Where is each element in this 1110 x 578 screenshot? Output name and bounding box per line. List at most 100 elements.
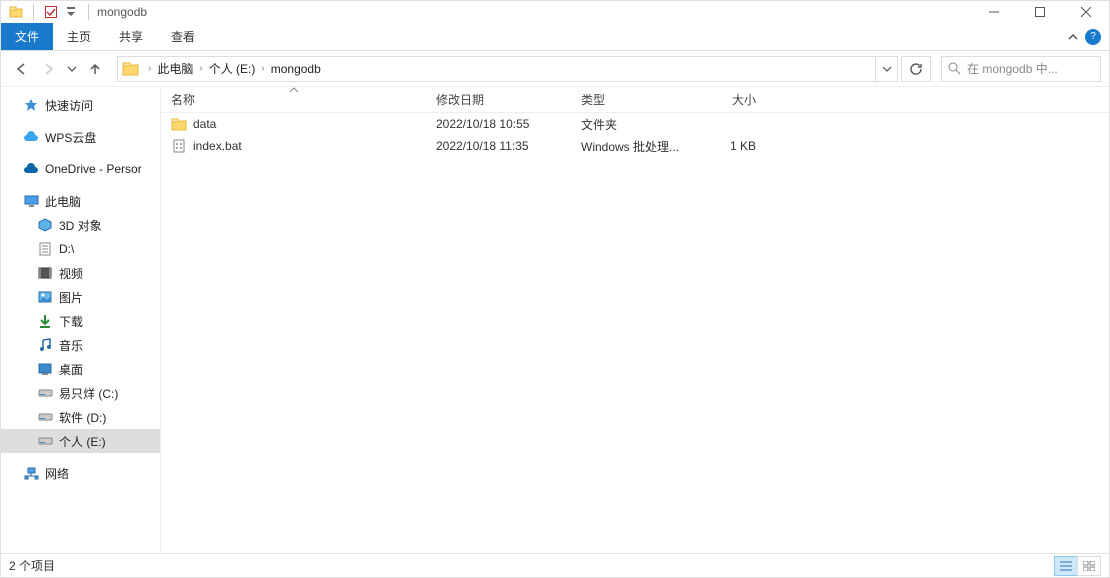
sidebar-item-label: D:\ xyxy=(59,242,74,256)
sidebar-item-label: 桌面 xyxy=(59,361,83,378)
column-headers[interactable]: 名称 修改日期 类型 大小 xyxy=(161,87,1109,113)
qat-dropdown-icon[interactable] xyxy=(62,3,80,21)
nav-back-button[interactable] xyxy=(9,57,33,81)
sidebar-item-label: 图片 xyxy=(59,289,83,306)
refresh-button[interactable] xyxy=(901,56,931,82)
tab-file-label: 文件 xyxy=(15,28,39,45)
sidebar-item-label: 3D 对象 xyxy=(59,217,102,234)
column-modified[interactable]: 修改日期 xyxy=(426,87,571,112)
nav-up-button[interactable] xyxy=(83,57,107,81)
details-view-button[interactable] xyxy=(1054,556,1078,576)
column-type[interactable]: 类型 xyxy=(571,87,686,112)
file-type: 文件夹 xyxy=(581,116,617,133)
drive-icon xyxy=(37,433,53,449)
address-dropdown-icon[interactable] xyxy=(875,57,897,81)
sidebar-item-d-software-drive[interactable]: 软件 (D:) xyxy=(1,405,160,429)
sidebar-item-label: 音乐 xyxy=(59,337,83,354)
chevron-right-icon[interactable]: › xyxy=(195,63,206,74)
ribbon-collapse-icon[interactable] xyxy=(1067,31,1079,43)
sidebar-item-desktop[interactable]: 桌面 xyxy=(1,357,160,381)
desktop-icon xyxy=(37,361,53,377)
close-button[interactable] xyxy=(1063,1,1109,23)
window-title: mongodb xyxy=(97,5,147,19)
divider-icon xyxy=(88,4,89,20)
minimize-button[interactable] xyxy=(971,1,1017,23)
column-name[interactable]: 名称 xyxy=(161,87,426,112)
file-rows: data 2022/10/18 10:55 文件夹 index.bat 2022… xyxy=(161,113,1109,157)
nav-recent-dropdown[interactable] xyxy=(65,57,79,81)
sidebar-item-e-drive[interactable]: 个人 (E:) xyxy=(1,429,160,453)
download-icon xyxy=(37,313,53,329)
file-name: data xyxy=(193,117,216,131)
checked-box-icon[interactable] xyxy=(42,3,60,21)
column-size[interactable]: 大小 xyxy=(686,87,766,112)
sidebar-item-wps[interactable]: WPS云盘 xyxy=(1,125,160,149)
quick-access-toolbar xyxy=(7,3,95,21)
chevron-right-icon[interactable]: › xyxy=(257,63,268,74)
sidebar-item-label: 网络 xyxy=(45,465,69,482)
file-type: Windows 批处理... xyxy=(581,138,679,155)
breadcrumb[interactable]: 个人 (E:) xyxy=(207,60,258,77)
sidebar-item-3d-objects[interactable]: 3D 对象 xyxy=(1,213,160,237)
maximize-button[interactable] xyxy=(1017,1,1063,23)
sidebar-item-label: 个人 (E:) xyxy=(59,433,106,450)
help-button[interactable]: ? xyxy=(1085,29,1101,45)
drive-icon xyxy=(37,385,53,401)
sidebar-item-label: 视频 xyxy=(59,265,83,282)
breadcrumb[interactable]: 此电脑 xyxy=(155,60,195,77)
nav-row: › 此电脑 › 个人 (E:) › mongodb 在 mongodb 中... xyxy=(1,51,1109,87)
address-bar[interactable]: › 此电脑 › 个人 (E:) › mongodb xyxy=(117,56,898,82)
sidebar-item-this-pc[interactable]: 此电脑 xyxy=(1,189,160,213)
sidebar-item-label: 软件 (D:) xyxy=(59,409,106,426)
sidebar-item-videos[interactable]: 视频 xyxy=(1,261,160,285)
file-modified: 2022/10/18 11:35 xyxy=(436,139,529,153)
view-mode-switcher xyxy=(1055,556,1101,576)
ribbon-tabs: 文件 主页 共享 查看 ? xyxy=(1,23,1109,51)
sidebar-item-c-drive[interactable]: 易只烊 (C:) xyxy=(1,381,160,405)
sidebar-item-label: 此电脑 xyxy=(45,193,81,210)
video-icon xyxy=(37,265,53,281)
file-list-pane: 名称 修改日期 类型 大小 data 2022/10/18 10:55 文件夹 … xyxy=(161,87,1109,553)
tab-home-label: 主页 xyxy=(67,28,91,45)
search-input[interactable]: 在 mongodb 中... xyxy=(941,56,1101,82)
tab-share[interactable]: 共享 xyxy=(105,23,157,50)
title-bar: mongodb xyxy=(1,1,1109,23)
table-row[interactable]: index.bat 2022/10/18 11:35 Windows 批处理..… xyxy=(161,135,1109,157)
tab-view[interactable]: 查看 xyxy=(157,23,209,50)
column-size-label: 大小 xyxy=(732,91,756,108)
navigation-pane[interactable]: 快速访问 WPS云盘 OneDrive - Persor 此电脑 3D 对象 D… xyxy=(1,87,161,553)
tab-file[interactable]: 文件 xyxy=(1,23,53,50)
column-name-label: 名称 xyxy=(171,91,195,108)
tab-home[interactable]: 主页 xyxy=(53,23,105,50)
drive-icon xyxy=(37,409,53,425)
explorer-body: 快速访问 WPS云盘 OneDrive - Persor 此电脑 3D 对象 D… xyxy=(1,87,1109,553)
batch-file-icon xyxy=(171,138,187,154)
table-row[interactable]: data 2022/10/18 10:55 文件夹 xyxy=(161,113,1109,135)
chevron-right-icon[interactable]: › xyxy=(144,63,155,74)
sidebar-item-downloads[interactable]: 下载 xyxy=(1,309,160,333)
sidebar-item-label: 下载 xyxy=(59,313,83,330)
picture-icon xyxy=(37,289,53,305)
window-controls xyxy=(971,1,1109,23)
column-type-label: 类型 xyxy=(581,91,605,108)
icons-view-button[interactable] xyxy=(1077,556,1101,576)
breadcrumb[interactable]: mongodb xyxy=(269,62,323,76)
nav-forward-button[interactable] xyxy=(37,57,61,81)
sidebar-item-quick-access[interactable]: 快速访问 xyxy=(1,93,160,117)
folder-icon xyxy=(122,60,140,78)
sidebar-item-network[interactable]: 网络 xyxy=(1,461,160,485)
music-icon xyxy=(37,337,53,353)
cloud-icon xyxy=(23,161,39,177)
tab-view-label: 查看 xyxy=(171,28,195,45)
file-size: 1 KB xyxy=(730,139,756,153)
document-icon xyxy=(37,241,53,257)
network-icon xyxy=(23,465,39,481)
sidebar-item-d-drive[interactable]: D:\ xyxy=(1,237,160,261)
star-icon xyxy=(23,97,39,113)
sidebar-item-music[interactable]: 音乐 xyxy=(1,333,160,357)
status-bar: 2 个项目 xyxy=(1,553,1109,577)
sidebar-item-label: 快速访问 xyxy=(45,97,93,114)
sidebar-item-onedrive[interactable]: OneDrive - Persor xyxy=(1,157,160,181)
sidebar-item-pictures[interactable]: 图片 xyxy=(1,285,160,309)
column-modified-label: 修改日期 xyxy=(436,91,484,108)
